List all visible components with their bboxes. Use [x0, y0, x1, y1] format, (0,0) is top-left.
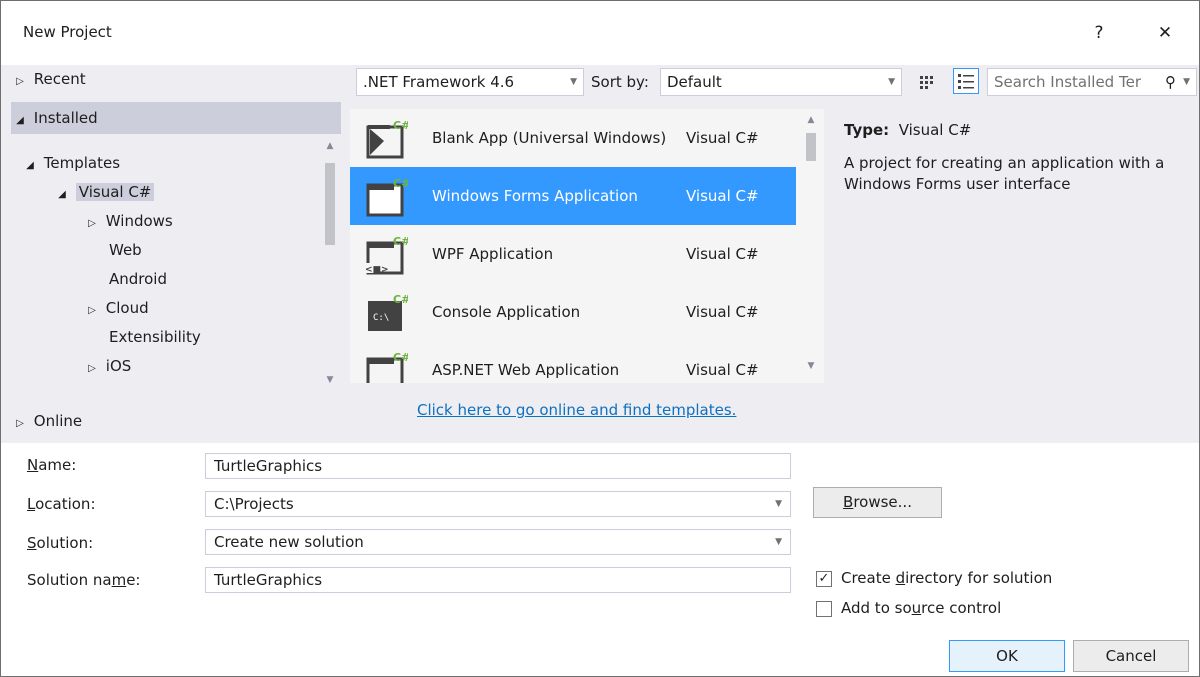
windows-forms-icon: C#	[366, 177, 408, 217]
sort-select[interactable]: Default ▼	[660, 68, 902, 96]
tree-recent[interactable]: ▷ Recent	[11, 63, 341, 95]
checkmark-icon: ✓	[818, 571, 830, 586]
chevron-down-icon: ▼	[1183, 77, 1190, 87]
name-label: Name:	[27, 456, 77, 474]
template-name: Console Application	[432, 303, 581, 321]
csharp-badge: C#	[393, 235, 408, 248]
template-item-wpf[interactable]: <■> C# WPF Application Visual C#	[350, 225, 796, 283]
tree-windows[interactable]: ▷ Windows	[83, 207, 173, 236]
expand-arrow-icon: ▷	[88, 363, 96, 374]
sort-by-label: Sort by:	[591, 73, 649, 91]
expand-arrow-icon: ▷	[16, 76, 24, 87]
template-language: Visual C#	[686, 361, 759, 379]
detail-type: Type: Visual C#	[844, 121, 972, 139]
small-icons-view-button[interactable]	[913, 69, 939, 95]
tree-visual-csharp[interactable]: ◢ Visual C#	[53, 178, 155, 207]
close-icon: ✕	[1157, 23, 1173, 43]
chevron-down-icon: ▼	[570, 77, 577, 87]
expand-arrow-icon: ▷	[88, 305, 96, 316]
template-tree: ◢ Templates ◢ Visual C# ▷ Windows Web An…	[11, 149, 321, 381]
search-input[interactable]: Search Installed Ter ⚲ ▼	[987, 68, 1197, 96]
template-language: Visual C#	[686, 129, 759, 147]
tree-templates[interactable]: ◢ Templates	[21, 149, 120, 178]
source-control-checkbox[interactable]	[816, 601, 832, 617]
expand-arrow-icon: ▷	[16, 418, 24, 429]
template-name: ASP.NET Web Application	[432, 361, 620, 379]
tree-android[interactable]: Android	[109, 265, 167, 294]
create-directory-checkbox[interactable]: ✓	[816, 571, 832, 587]
template-item-aspnet[interactable]: C# ASP.NET Web Application Visual C#	[350, 341, 796, 383]
dialog-title: New Project	[23, 23, 112, 41]
tree-installed[interactable]: ◢ Installed	[11, 102, 341, 134]
new-project-dialog: New Project ? ✕ ▷ Recent ◢ Installed ◢ T…	[0, 0, 1200, 677]
template-list: C# Blank App (Universal Windows) Visual …	[350, 109, 824, 383]
template-name: WPF Application	[432, 245, 554, 263]
template-item-console[interactable]: C:\ C# Console Application Visual C#	[350, 283, 796, 341]
solution-name-input[interactable]: TurtleGraphics	[205, 567, 791, 593]
template-language: Visual C#	[686, 187, 759, 205]
detail-description: A project for creating an application wi…	[844, 154, 1165, 193]
solution-select[interactable]: Create new solution ▼	[205, 529, 791, 555]
small-icons-icon	[920, 76, 933, 89]
csharp-badge: C#	[393, 119, 408, 132]
scroll-thumb[interactable]	[325, 163, 335, 245]
csharp-badge: C#	[393, 293, 408, 306]
browse-button[interactable]: Browse...	[813, 487, 942, 518]
csharp-badge: C#	[393, 177, 408, 190]
aspnet-icon: C#	[366, 351, 408, 383]
title-bar: New Project ? ✕	[1, 1, 1199, 65]
chevron-down-icon: ▼	[888, 77, 895, 87]
chevron-down-icon: ▼	[775, 499, 782, 509]
template-scrollbar[interactable]: ▲ ▼	[802, 109, 820, 383]
name-input[interactable]: TurtleGraphics	[205, 453, 791, 479]
blank-app-icon: C#	[366, 119, 408, 159]
console-prompt: C:\	[373, 313, 389, 323]
expand-arrow-icon: ▷	[88, 218, 96, 229]
template-name: Windows Forms Application	[432, 187, 638, 205]
online-templates-link[interactable]: Click here to go online and find templat…	[417, 401, 736, 419]
scroll-down-icon[interactable]: ▼	[803, 361, 819, 371]
tree-ios[interactable]: ▷ iOS	[83, 352, 131, 381]
list-view-icon	[958, 74, 974, 89]
solution-name-label: Solution name:	[27, 571, 141, 589]
template-name: Blank App (Universal Windows)	[432, 129, 667, 147]
project-form: Name: TurtleGraphics Location: C:\Projec…	[1, 443, 1199, 676]
source-control-label[interactable]: Add to source control	[841, 599, 1001, 617]
cancel-button[interactable]: Cancel	[1073, 640, 1189, 672]
create-directory-label[interactable]: Create directory for solution	[841, 569, 1052, 587]
close-button[interactable]: ✕	[1147, 15, 1183, 51]
template-language: Visual C#	[686, 245, 759, 263]
scroll-down-icon[interactable]: ▼	[322, 375, 338, 385]
list-view-button[interactable]	[953, 68, 979, 94]
solution-label: Solution:	[27, 534, 94, 552]
console-icon: C:\ C#	[368, 293, 408, 331]
framework-select[interactable]: .NET Framework 4.6 ▼	[356, 68, 584, 96]
help-icon: ?	[1094, 23, 1104, 43]
svg-text:<■>: <■>	[365, 265, 389, 275]
help-button[interactable]: ?	[1081, 15, 1117, 51]
ok-button[interactable]: OK	[949, 640, 1065, 672]
scroll-up-icon[interactable]: ▲	[322, 141, 338, 151]
tree-web[interactable]: Web	[109, 236, 142, 265]
location-label: Location:	[27, 495, 96, 513]
tree-cloud[interactable]: ▷ Cloud	[83, 294, 149, 323]
location-input[interactable]: C:\Projects ▼	[205, 491, 791, 517]
csharp-badge: C#	[393, 351, 408, 364]
tree-online[interactable]: ▷ Online	[11, 405, 341, 437]
tree-extensibility[interactable]: Extensibility	[109, 323, 201, 352]
collapse-arrow-icon: ◢	[16, 115, 24, 126]
scroll-up-icon[interactable]: ▲	[803, 115, 819, 125]
wpf-icon: <■> C#	[364, 235, 408, 275]
template-item-windows-forms[interactable]: C# Windows Forms Application Visual C#	[350, 167, 796, 225]
search-icon[interactable]: ⚲	[1165, 69, 1176, 95]
scroll-thumb[interactable]	[806, 133, 816, 161]
collapse-arrow-icon: ◢	[58, 189, 66, 200]
tree-scrollbar[interactable]: ▲ ▼	[321, 137, 339, 393]
template-item-blank-app[interactable]: C# Blank App (Universal Windows) Visual …	[350, 109, 796, 167]
chevron-down-icon: ▼	[775, 537, 782, 547]
collapse-arrow-icon: ◢	[26, 160, 34, 171]
template-language: Visual C#	[686, 303, 759, 321]
